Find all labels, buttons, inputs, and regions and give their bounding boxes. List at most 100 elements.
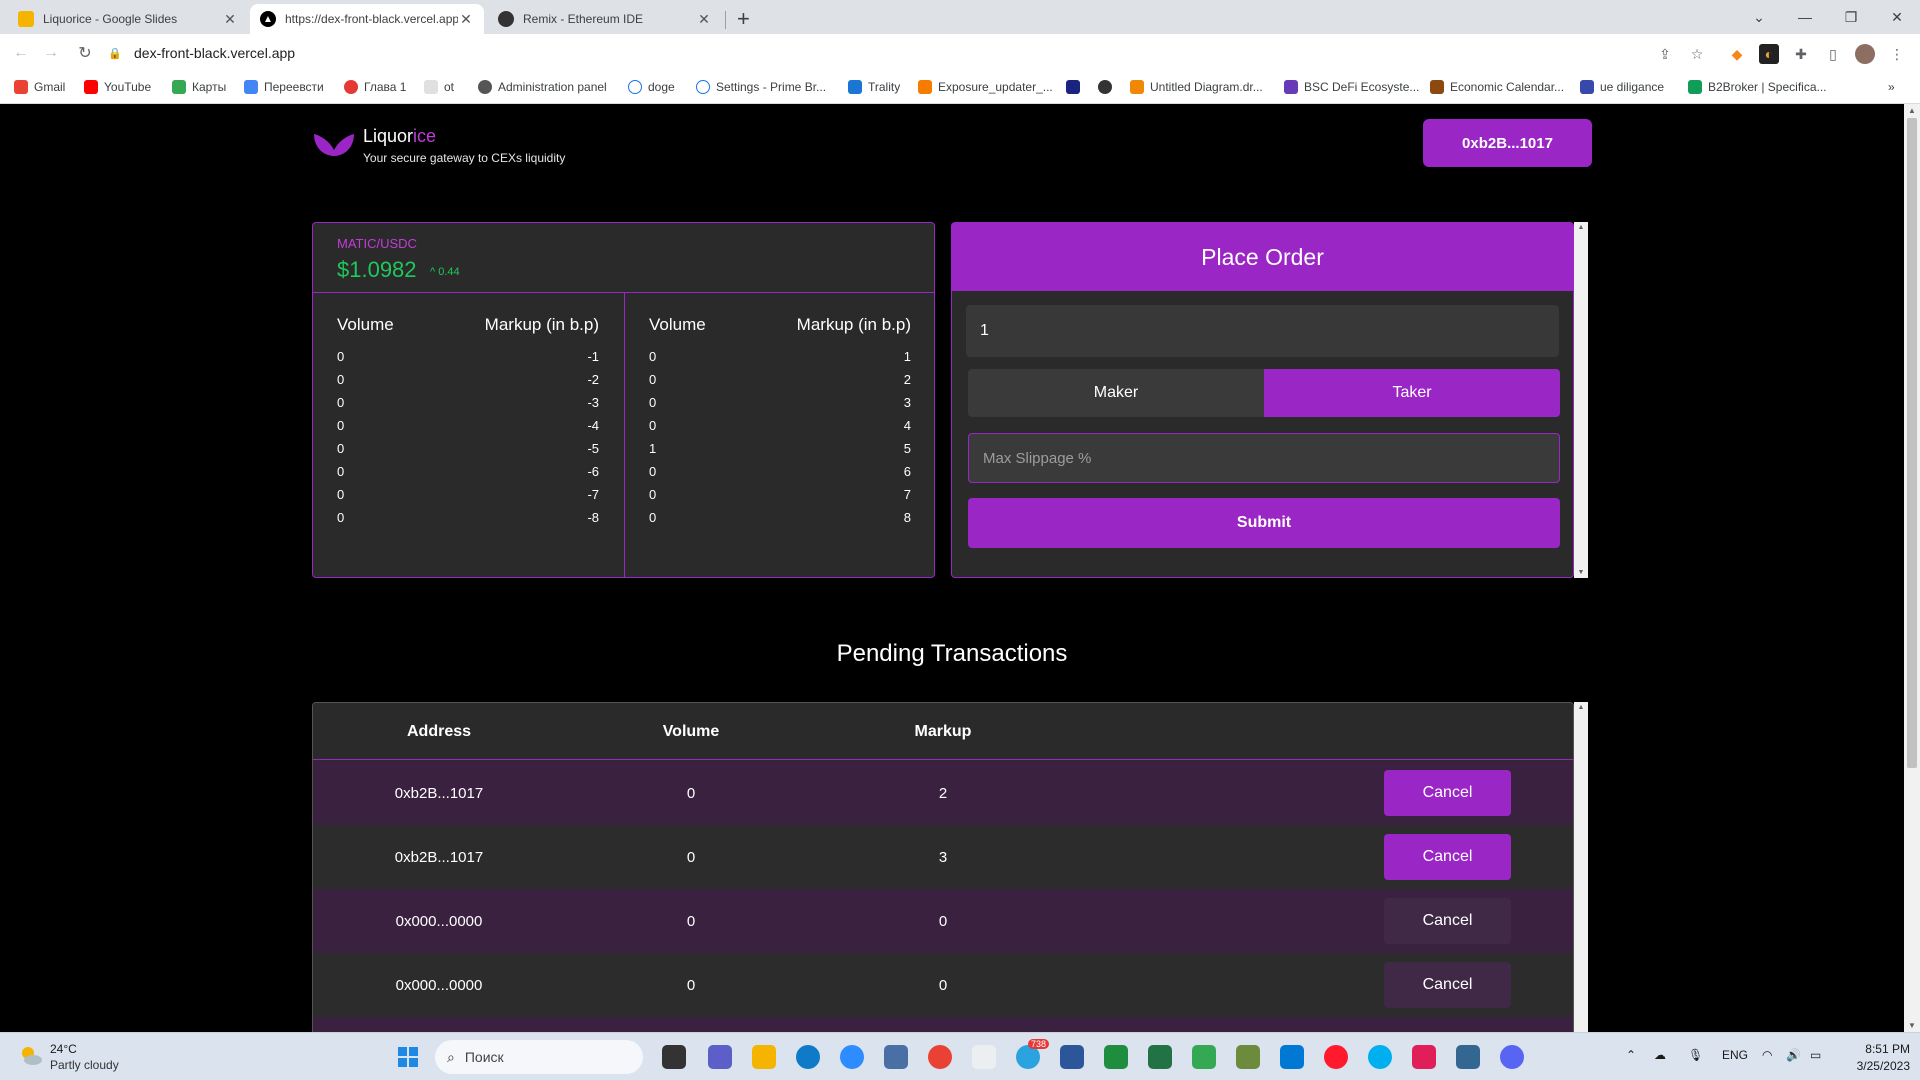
puzzle-icon[interactable]: ✚ — [1791, 44, 1811, 64]
bookmark-bsc-defi[interactable]: BSC DeFi Ecosyste... — [1284, 80, 1419, 94]
bookmark-exposure-updater[interactable]: Exposure_updater_... — [918, 80, 1053, 94]
pending-table-scrollbar[interactable]: ▲ — [1574, 702, 1588, 1032]
bookmark-web[interactable] — [1098, 80, 1118, 94]
close-icon[interactable]: ✕ — [696, 11, 712, 28]
extension-icon[interactable]: ◐ — [1759, 44, 1779, 64]
close-icon[interactable]: ✕ — [222, 11, 238, 28]
wifi-icon[interactable]: ◠ — [1762, 1048, 1772, 1062]
scroll-up-icon[interactable]: ▲ — [1904, 106, 1920, 115]
bid-row[interactable]: 0 -3 — [313, 395, 623, 415]
bookmark-trality[interactable]: Trality — [848, 80, 900, 94]
submit-button[interactable]: Submit — [968, 498, 1560, 548]
bid-row[interactable]: 0 -5 — [313, 441, 623, 461]
max-slippage-input[interactable] — [968, 433, 1560, 483]
teams-icon[interactable] — [708, 1045, 732, 1069]
discord-icon[interactable] — [1500, 1045, 1524, 1069]
wallet-button[interactable]: 0xb2B...1017 — [1423, 119, 1592, 167]
back-icon[interactable]: ← — [10, 42, 32, 64]
bookmark-settings-prime[interactable]: Settings - Prime Br... — [696, 80, 826, 94]
app-icon[interactable] — [884, 1045, 908, 1069]
bookmark-due-diligence[interactable]: ue diligance — [1580, 80, 1664, 94]
new-tab-button[interactable]: + — [737, 6, 750, 32]
language-indicator[interactable]: ENG — [1722, 1048, 1748, 1062]
app-icon-2[interactable] — [1236, 1045, 1260, 1069]
taskbar-search[interactable]: ⌕ Поиск — [435, 1040, 643, 1074]
bid-row[interactable]: 0 -7 — [313, 487, 623, 507]
more-bookmarks-icon[interactable]: » — [1888, 80, 1895, 94]
bookmark-maps[interactable]: Карты — [172, 80, 226, 94]
ask-row[interactable]: 04 — [625, 418, 934, 438]
scroll-down-icon[interactable]: ▼ — [1574, 569, 1588, 576]
cancel-button[interactable]: Cancel — [1384, 770, 1511, 816]
bookmark-ot[interactable]: ot — [424, 80, 454, 94]
windows-start-icon[interactable] — [396, 1045, 420, 1069]
sheets-icon[interactable] — [1104, 1045, 1128, 1069]
battery-icon[interactable]: ▭ — [1810, 1048, 1821, 1062]
ask-row[interactable]: 03 — [625, 395, 934, 415]
order-panel-scrollbar[interactable]: ▲ ▼ — [1574, 222, 1588, 578]
reload-icon[interactable]: ↻ — [74, 42, 96, 64]
zoom-icon[interactable] — [840, 1045, 864, 1069]
weather-desc[interactable]: Partly cloudy — [50, 1058, 119, 1072]
address-bar[interactable]: 🔒 dex-front-black.vercel.app — [108, 39, 1638, 67]
forward-icon[interactable]: → — [40, 42, 62, 64]
weather-temp[interactable]: 24°C — [50, 1042, 77, 1056]
bid-row[interactable]: 0 -1 — [313, 349, 623, 369]
bid-row[interactable]: 0 -2 — [313, 372, 623, 392]
file-explorer-icon[interactable] — [752, 1045, 776, 1069]
file-icon[interactable] — [972, 1045, 996, 1069]
opera-icon[interactable] — [1324, 1045, 1348, 1069]
bookmark-mail[interactable] — [1066, 80, 1086, 94]
bid-row[interactable]: 0 -4 — [313, 418, 623, 438]
excel-icon[interactable] — [1148, 1045, 1172, 1069]
menu-icon[interactable]: ⋮ — [1887, 44, 1907, 64]
ask-row[interactable]: 01 — [625, 349, 934, 369]
postgres-icon[interactable] — [1456, 1045, 1480, 1069]
page-scrollbar[interactable]: ▲ ▼ — [1904, 104, 1920, 1032]
bookmark-admin-panel[interactable]: Administration panel — [478, 80, 607, 94]
bookmark-youtube[interactable]: YouTube — [84, 80, 151, 94]
onedrive-icon[interactable]: ☁ — [1654, 1048, 1666, 1062]
ask-row[interactable]: 06 — [625, 464, 934, 484]
clock[interactable]: 8:51 PM 3/25/2023 — [1830, 1041, 1910, 1075]
sheets-doc-icon[interactable] — [1192, 1045, 1216, 1069]
maker-toggle[interactable]: Maker — [968, 369, 1264, 417]
cancel-button[interactable]: Cancel — [1384, 834, 1511, 880]
word-icon[interactable] — [1060, 1045, 1084, 1069]
avatar[interactable] — [1855, 44, 1875, 64]
tab-search-icon[interactable]: ⌄ — [1736, 0, 1782, 34]
scroll-up-icon[interactable]: ▲ — [1574, 224, 1588, 231]
app-icon-3[interactable] — [1280, 1045, 1304, 1069]
bookmark-diagram[interactable]: Untitled Diagram.dr... — [1130, 80, 1263, 94]
restore-button[interactable]: ❐ — [1828, 0, 1874, 34]
bookmark-economic-calendar[interactable]: Economic Calendar... — [1430, 80, 1564, 94]
scroll-up-icon[interactable]: ▲ — [1574, 704, 1588, 711]
ask-row[interactable]: 08 — [625, 510, 934, 530]
minimize-button[interactable]: — — [1782, 0, 1828, 34]
task-view-icon[interactable] — [662, 1045, 686, 1069]
microphone-icon[interactable]: 🎙 — [1688, 1048, 1703, 1062]
share-icon[interactable]: ⇪ — [1655, 44, 1675, 64]
scrollbar-thumb[interactable] — [1907, 118, 1917, 768]
cancel-button[interactable]: Cancel — [1384, 898, 1511, 944]
ask-row[interactable]: 15 — [625, 441, 934, 461]
close-icon[interactable]: ✕ — [458, 11, 474, 28]
ask-row[interactable]: 02 — [625, 372, 934, 392]
edge-icon[interactable] — [796, 1045, 820, 1069]
bookmark-doge[interactable]: doge — [628, 80, 675, 94]
bookmark-translate[interactable]: Переевсти — [244, 80, 324, 94]
bookmark-gmail[interactable]: Gmail — [14, 80, 65, 94]
close-window-button[interactable]: ✕ — [1874, 0, 1920, 34]
scroll-down-icon[interactable]: ▼ — [1904, 1021, 1920, 1030]
bookmark-chapter[interactable]: Глава 1 — [344, 80, 406, 94]
bid-row[interactable]: 0 -8 — [313, 510, 623, 530]
chevron-up-icon[interactable]: ⌃ — [1626, 1048, 1636, 1062]
skype-icon[interactable] — [1368, 1045, 1392, 1069]
tab-google-slides[interactable]: Liquorice - Google Slides ✕ — [8, 4, 248, 34]
volume-icon[interactable]: 🔊 — [1786, 1048, 1801, 1062]
chrome-icon[interactable] — [928, 1045, 952, 1069]
taker-toggle[interactable]: Taker — [1264, 369, 1560, 417]
bid-row[interactable]: 0 -6 — [313, 464, 623, 484]
tab-dex-front[interactable]: ▲ https://dex-front-black.vercel.app ✕ — [250, 4, 484, 34]
star-icon[interactable]: ☆ — [1687, 44, 1707, 64]
